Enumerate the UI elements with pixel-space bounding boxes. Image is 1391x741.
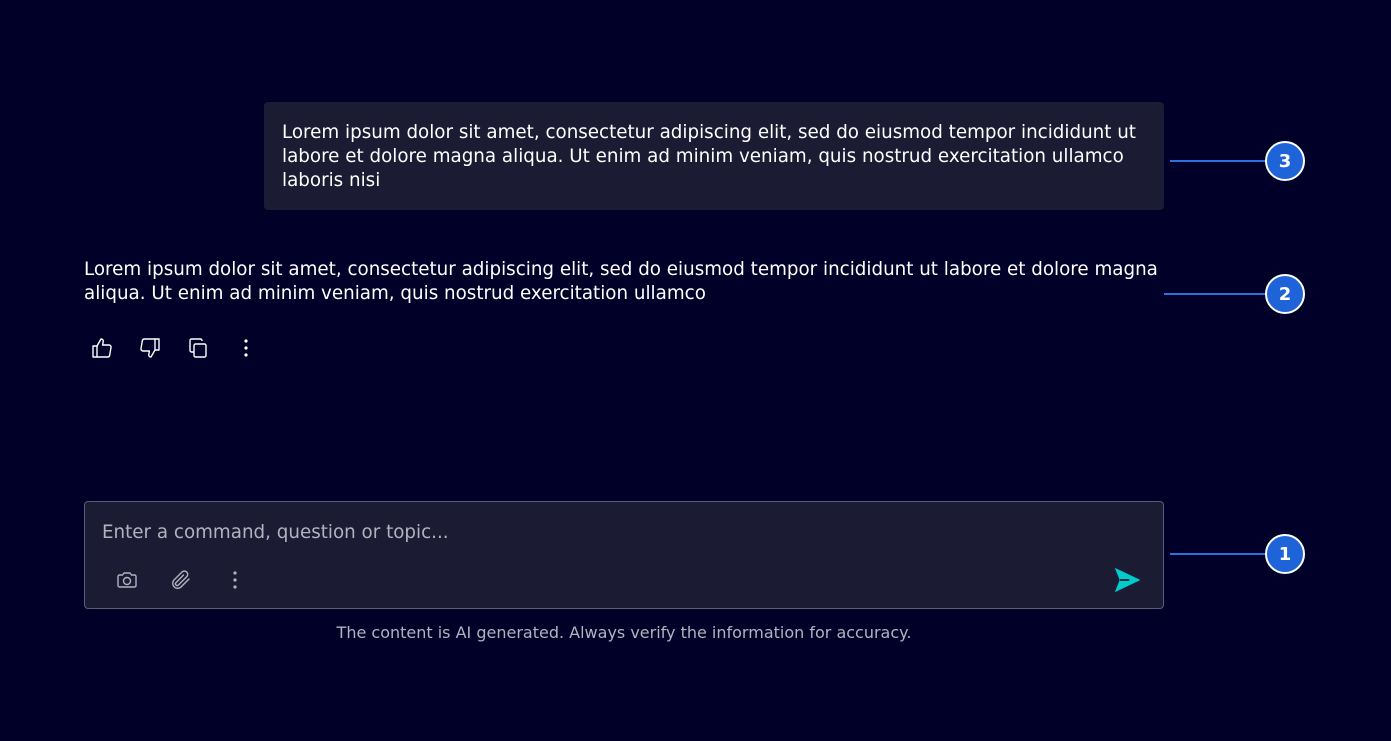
callout-badge-3: 3 xyxy=(1265,141,1305,181)
composer-tools xyxy=(109,562,253,598)
more-vertical-icon xyxy=(244,339,248,357)
more-vertical-icon xyxy=(233,571,237,589)
copy-icon xyxy=(189,338,207,358)
callout-line-1 xyxy=(1170,553,1270,555)
prompt-input[interactable] xyxy=(102,518,1142,546)
attach-button[interactable] xyxy=(163,562,199,598)
thumbs-up-button[interactable] xyxy=(84,330,120,366)
callout-line-2 xyxy=(1164,293,1270,295)
message-composer xyxy=(84,501,1164,609)
camera-icon xyxy=(117,572,137,588)
camera-button[interactable] xyxy=(109,562,145,598)
paperclip-icon xyxy=(172,570,190,589)
send-icon xyxy=(1115,568,1141,592)
ai-disclaimer: The content is AI generated. Always veri… xyxy=(336,623,912,642)
callout-label: 2 xyxy=(1278,283,1292,305)
copy-button[interactable] xyxy=(180,330,216,366)
thumbs-down-icon xyxy=(140,338,160,358)
thumbs-down-button[interactable] xyxy=(132,330,168,366)
user-message-text: Lorem ipsum dolor sit amet, consectetur … xyxy=(282,122,1136,191)
ai-response-text: Lorem ipsum dolor sit amet, consectetur … xyxy=(84,259,1158,304)
callout-label: 1 xyxy=(1278,543,1292,565)
callout-badge-1: 1 xyxy=(1265,534,1305,574)
thumbs-up-icon xyxy=(92,338,112,358)
send-button[interactable] xyxy=(1109,562,1145,598)
user-message-bubble: Lorem ipsum dolor sit amet, consectetur … xyxy=(264,102,1164,210)
chat-screen: Lorem ipsum dolor sit amet, consectetur … xyxy=(0,0,1391,741)
callout-label: 3 xyxy=(1278,150,1292,172)
callout-line-3 xyxy=(1170,160,1270,162)
composer-more-button[interactable] xyxy=(217,562,253,598)
response-actions xyxy=(84,330,264,366)
callout-badge-2: 2 xyxy=(1265,274,1305,314)
more-actions-button[interactable] xyxy=(228,330,264,366)
